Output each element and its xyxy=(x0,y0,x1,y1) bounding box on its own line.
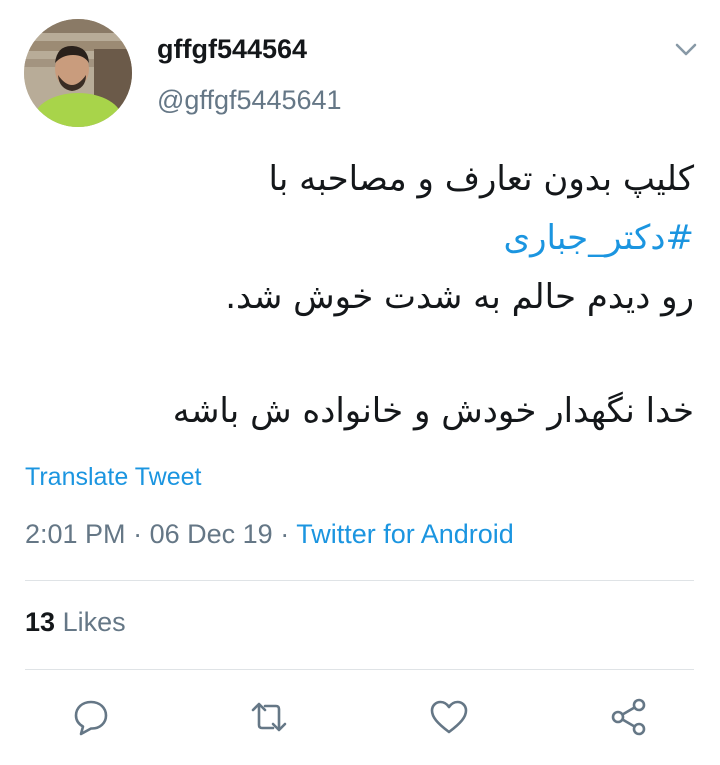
tweet-line: رو دیدم حالم به شدت خوش شد. xyxy=(225,277,694,317)
meta-separator: · xyxy=(280,519,290,549)
reply-icon[interactable] xyxy=(71,697,111,737)
avatar-photo xyxy=(24,19,132,127)
share-icon[interactable] xyxy=(609,697,649,737)
divider xyxy=(25,669,694,670)
tweet-time: 2:01 PM xyxy=(25,519,126,549)
tweet-date: 06 Dec 19 xyxy=(149,519,273,549)
divider xyxy=(25,580,694,581)
translate-tweet-link[interactable]: Translate Tweet xyxy=(25,463,201,492)
display-name[interactable]: gffgf544564 xyxy=(157,34,307,65)
user-handle[interactable]: @gffgf5445641 xyxy=(157,85,342,116)
likes-count: 13 xyxy=(25,607,56,637)
meta-separator: · xyxy=(133,519,143,549)
tweet-line: خدا نگهدار خودش و خانواده ش باشه xyxy=(172,391,694,431)
hashtag-link[interactable]: #دکتر_جباری xyxy=(503,218,694,258)
likes-stat[interactable]: 13 Likes xyxy=(25,607,126,638)
tweet-meta: 2:01 PM · 06 Dec 19 · Twitter for Androi… xyxy=(25,519,514,550)
chevron-down-icon[interactable] xyxy=(672,38,700,60)
tweet-source-link[interactable]: Twitter for Android xyxy=(296,519,514,549)
avatar[interactable] xyxy=(24,19,132,127)
likes-label: Likes xyxy=(62,607,126,637)
retweet-icon[interactable] xyxy=(249,697,289,737)
heart-icon[interactable] xyxy=(429,697,469,737)
tweet-text: کلیپ بدون تعارف و مصاحبه با #دکتر_جباری … xyxy=(94,150,694,441)
tweet-line: کلیپ بدون تعارف و مصاحبه با xyxy=(268,159,694,199)
